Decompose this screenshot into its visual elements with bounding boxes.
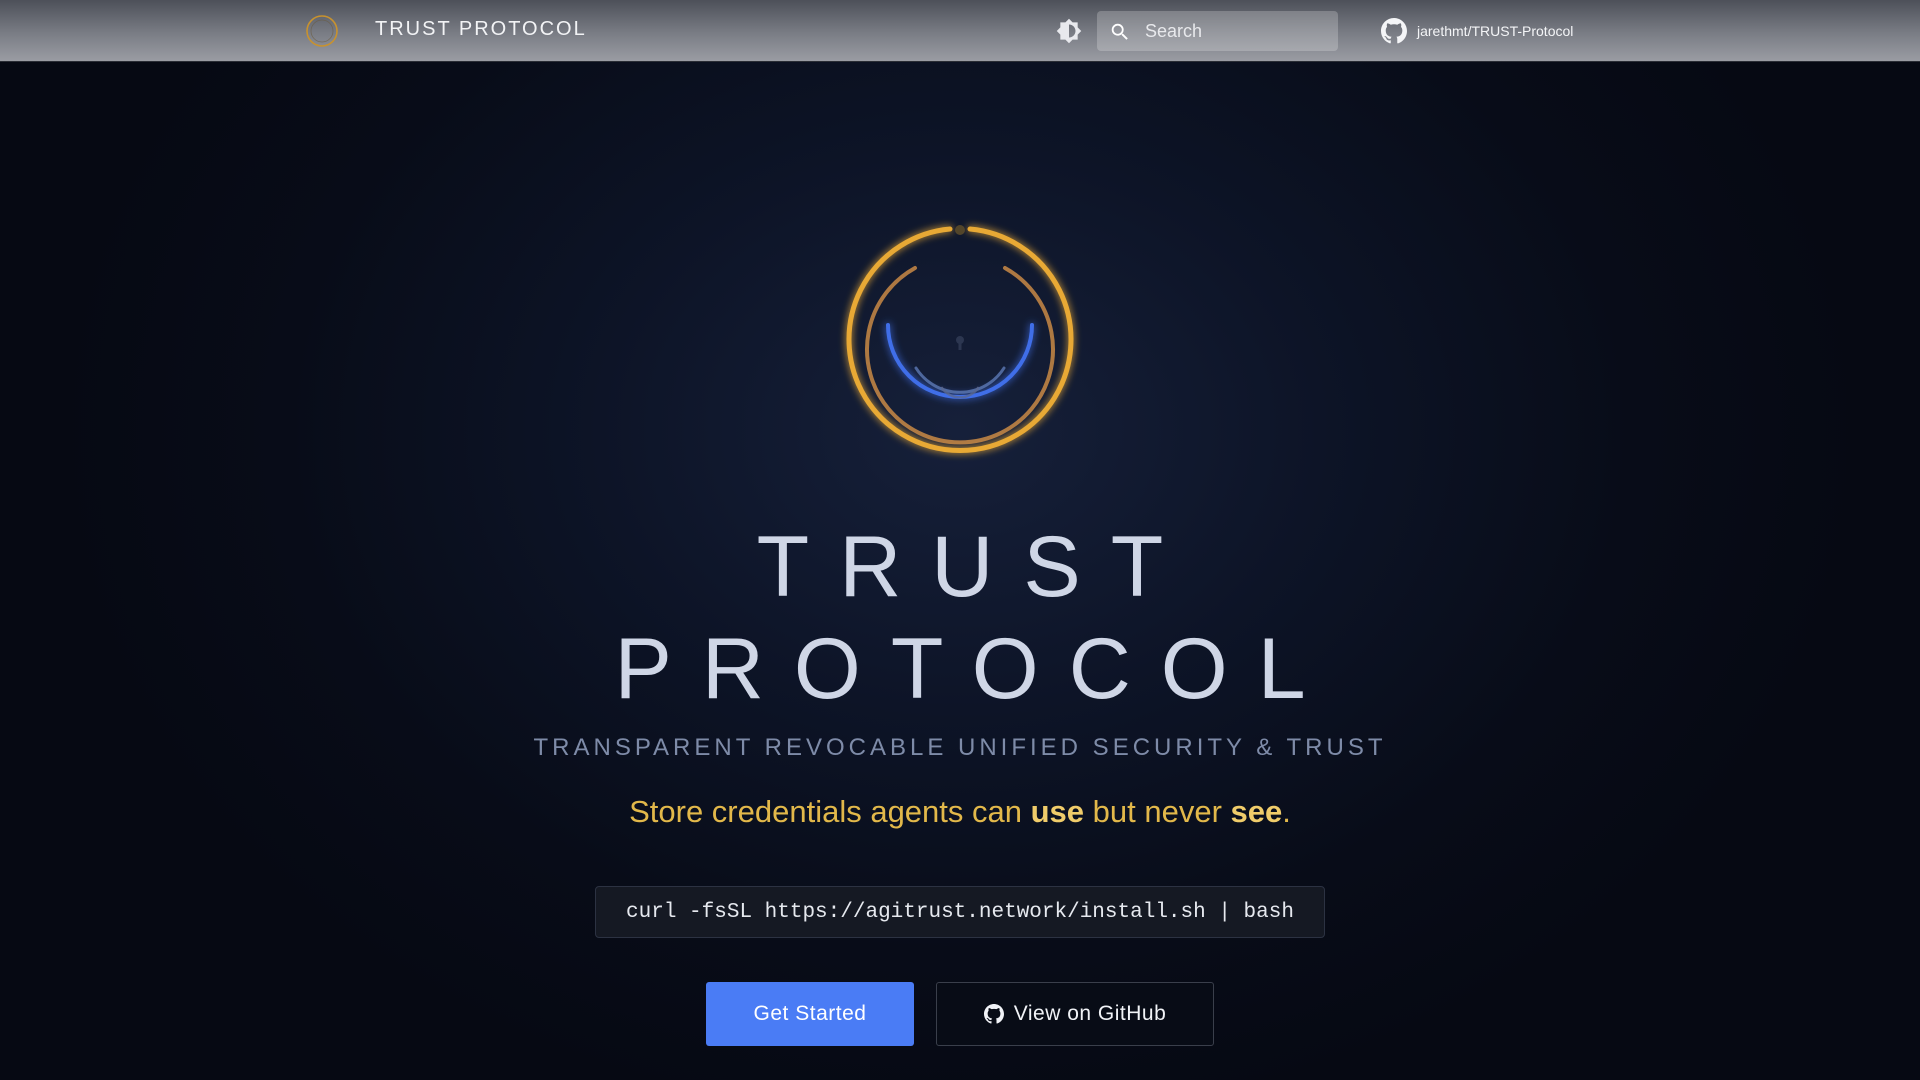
install-command[interactable]: curl -fsSL https://agitrust.network/inst… <box>626 901 1294 924</box>
repo-name: jarethmt/TRUST-Protocol <box>1417 23 1574 39</box>
trust-ring-logo-icon <box>846 225 1074 454</box>
trust-logo-icon[interactable] <box>305 14 339 48</box>
tagline-part-3: . <box>1282 794 1291 829</box>
tagline-part-2: but never <box>1084 794 1231 829</box>
github-repo-link[interactable]: jarethmt/TRUST-Protocol <box>1381 17 1573 45</box>
hero-subtitle: TRANSPARENT REVOCABLE UNIFIED SECURITY &… <box>533 734 1387 761</box>
brightness-icon[interactable] <box>1056 18 1082 44</box>
install-command-box[interactable]: curl -fsSL https://agitrust.network/inst… <box>595 886 1325 938</box>
search-field[interactable] <box>1097 11 1338 51</box>
get-started-button[interactable]: Get Started <box>706 982 914 1046</box>
hero-tagline: Store credentials agents can use but nev… <box>0 794 1920 830</box>
site-title[interactable]: TRUST PROTOCOL <box>375 18 587 41</box>
tagline-emphasis-see: see <box>1230 794 1283 829</box>
search-icon <box>1111 23 1128 40</box>
view-on-github-label: View on GitHub <box>1013 1002 1167 1025</box>
top-navbar: TRUST PROTOCOL jarethmt/TRUST-Protocol <box>0 0 1920 62</box>
github-icon <box>983 1004 1004 1024</box>
github-icon <box>1381 18 1407 44</box>
tagline-part-1: Store credentials agents can <box>629 794 1031 829</box>
search-input[interactable] <box>1145 11 1330 51</box>
hero-title-line-2: PROTOCOL <box>614 621 1336 717</box>
view-on-github-button[interactable]: View on GitHub <box>936 982 1214 1046</box>
tagline-emphasis-use: use <box>1030 794 1085 829</box>
hero-title-line-1: TRUST <box>756 519 1194 615</box>
